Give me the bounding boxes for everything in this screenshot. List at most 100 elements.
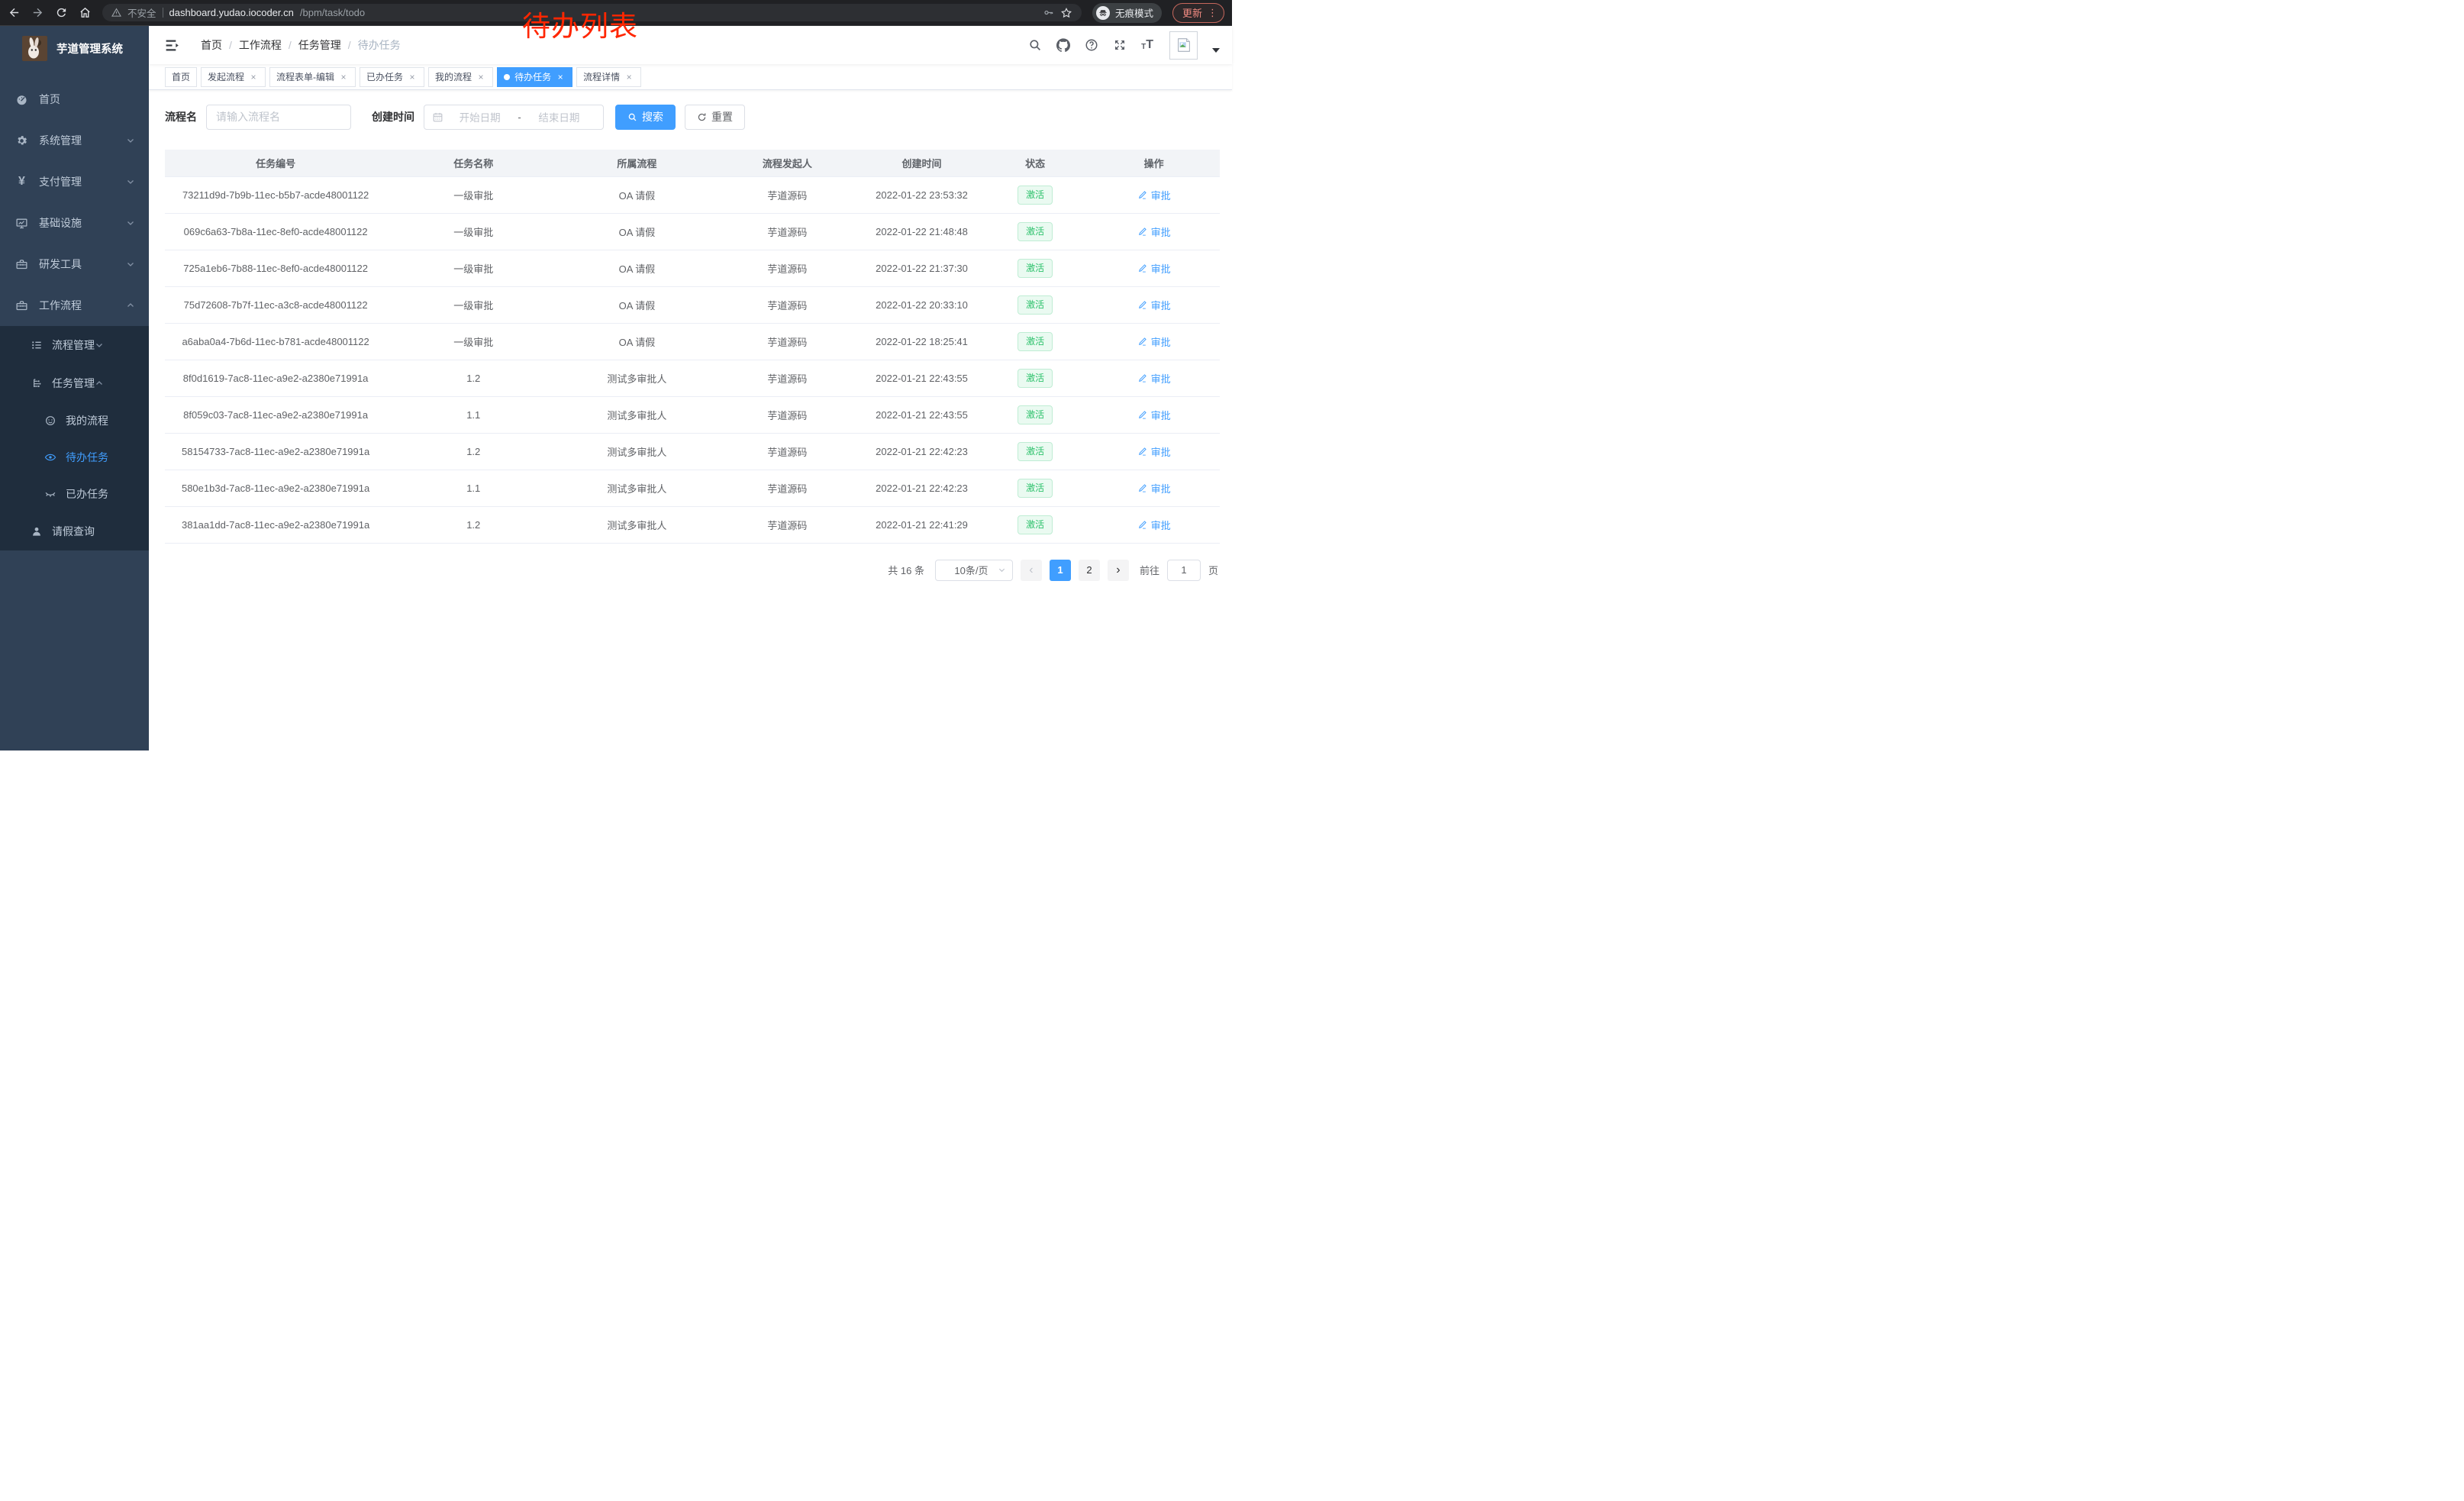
close-icon[interactable]	[248, 72, 259, 82]
sidebar-item-workflow[interactable]: 工作流程	[0, 285, 149, 326]
approve-link[interactable]: 审批	[1137, 224, 1171, 239]
close-icon[interactable]	[338, 72, 349, 82]
face-icon	[44, 415, 56, 427]
help-icon[interactable]	[1085, 38, 1098, 52]
tab-done-tasks[interactable]: 已办任务	[360, 67, 424, 87]
page-size-select[interactable]: 10条/页	[935, 560, 1013, 581]
back-icon[interactable]	[8, 6, 21, 19]
sidebar-item-process-mgmt[interactable]: 流程管理	[0, 326, 149, 364]
cell-starter: 芋道源码	[714, 396, 861, 433]
tab-process-detail[interactable]: 流程详情	[576, 67, 641, 87]
breadcrumb-home[interactable]: 首页	[201, 37, 222, 53]
cell-status: 激活	[982, 396, 1088, 433]
person-icon	[31, 525, 43, 537]
incognito-badge: 无痕模式	[1092, 3, 1162, 23]
avatar-dropdown-caret[interactable]	[1212, 48, 1220, 53]
page-button-2[interactable]: 2	[1079, 560, 1100, 581]
page-unit-label: 页	[1208, 563, 1218, 577]
sidebar-item-home[interactable]: 首页	[0, 79, 149, 120]
close-icon[interactable]	[555, 72, 566, 82]
process-name-input[interactable]	[206, 105, 351, 130]
font-size-icon[interactable]: TT	[1141, 39, 1153, 51]
sidebar-item-task-mgmt[interactable]: 任务管理	[0, 364, 149, 402]
search-button[interactable]: 搜索	[615, 105, 676, 130]
sidebar-item-devtools[interactable]: 研发工具	[0, 244, 149, 285]
cell-task-name: 1.1	[386, 470, 560, 506]
edit-icon	[1137, 190, 1147, 200]
tab-home[interactable]: 首页	[165, 67, 197, 87]
github-icon[interactable]	[1056, 38, 1070, 52]
goto-page-input[interactable]	[1167, 560, 1201, 581]
page-content: 流程名 创建时间 开始日期 - 结束日期 搜索 重置	[149, 90, 1232, 750]
cell-process: OA 请假	[560, 323, 713, 360]
cell-starter: 芋道源码	[714, 506, 861, 543]
approve-link[interactable]: 审批	[1137, 334, 1171, 349]
fullscreen-icon[interactable]	[1113, 38, 1127, 52]
approve-link[interactable]: 审批	[1137, 188, 1171, 202]
column-header: 操作	[1088, 150, 1220, 176]
browser-menu-update-button[interactable]: 更新	[1172, 3, 1224, 23]
cell-created: 2022-01-22 20:33:10	[861, 286, 982, 323]
list-icon	[31, 339, 43, 351]
sidebar-item-system[interactable]: 系统管理	[0, 120, 149, 161]
search-icon[interactable]	[1028, 38, 1042, 52]
prev-page-button[interactable]	[1021, 560, 1042, 581]
cell-task-id: a6aba0a4-7b6d-11ec-b781-acde48001122	[165, 323, 386, 360]
cell-starter: 芋道源码	[714, 433, 861, 470]
cell-task-id: 381aa1dd-7ac8-11ec-a9e2-a2380e71991a	[165, 506, 386, 543]
tab-todo-tasks[interactable]: 待办任务	[497, 67, 572, 87]
sidebar-item-todo-tasks[interactable]: 待办任务	[0, 439, 149, 476]
cell-task-name: 1.2	[386, 360, 560, 396]
approve-link[interactable]: 审批	[1137, 481, 1171, 495]
date-range-picker[interactable]: 开始日期 - 结束日期	[424, 105, 604, 130]
column-header: 所属流程	[560, 150, 713, 176]
create-time-label: 创建时间	[372, 109, 414, 124]
sidebar-item-done-tasks[interactable]: 已办任务	[0, 476, 149, 512]
approve-link[interactable]: 审批	[1137, 408, 1171, 422]
close-icon[interactable]	[407, 72, 418, 82]
app-logo-row[interactable]: 芋道管理系统	[0, 26, 149, 71]
tab-form-edit[interactable]: 流程表单-编辑	[269, 67, 356, 87]
cell-starter: 芋道源码	[714, 360, 861, 396]
filter-bar: 流程名 创建时间 开始日期 - 结束日期 搜索 重置	[165, 105, 1220, 129]
sidebar-item-leave-query[interactable]: 请假查询	[0, 512, 149, 550]
breadcrumb-workflow[interactable]: 工作流程	[239, 37, 282, 53]
kebab-menu-icon	[1208, 8, 1217, 18]
reload-icon[interactable]	[55, 6, 68, 19]
approve-link[interactable]: 审批	[1137, 518, 1171, 532]
next-page-button[interactable]	[1108, 560, 1129, 581]
cell-status: 激活	[982, 470, 1088, 506]
home-icon[interactable]	[79, 6, 92, 19]
tab-my-process[interactable]: 我的流程	[428, 67, 493, 87]
cell-task-name: 1.2	[386, 506, 560, 543]
url-bar[interactable]: 不安全 dashboard.yudao.iocoder.cn/bpm/task/…	[102, 4, 1082, 21]
tab-start-process[interactable]: 发起流程	[201, 67, 266, 87]
active-dot	[504, 74, 510, 80]
status-badge: 激活	[1018, 295, 1053, 315]
cell-status: 激活	[982, 323, 1088, 360]
chevron-up-icon	[95, 379, 104, 388]
sidebar-collapse-icon[interactable]	[164, 37, 180, 53]
close-icon[interactable]	[476, 72, 486, 82]
sidebar-item-payment[interactable]: ¥ 支付管理	[0, 161, 149, 202]
key-icon[interactable]	[1043, 7, 1054, 18]
breadcrumb-task-mgmt[interactable]: 任务管理	[298, 37, 341, 53]
sidebar-item-my-process[interactable]: 我的流程	[0, 402, 149, 439]
close-icon[interactable]	[624, 72, 634, 82]
update-label: 更新	[1182, 5, 1202, 20]
forward-icon[interactable]	[31, 6, 44, 19]
sidebar-item-infra[interactable]: 基础设施	[0, 202, 149, 244]
cell-task-id: 75d72608-7b7f-11ec-a3c8-acde48001122	[165, 286, 386, 323]
approve-link[interactable]: 审批	[1137, 298, 1171, 312]
approve-link[interactable]: 审批	[1137, 444, 1171, 459]
task-table: 任务编号任务名称所属流程流程发起人创建时间状态操作 73211d9d-7b9b-…	[165, 150, 1220, 544]
approve-link[interactable]: 审批	[1137, 371, 1171, 386]
cell-task-name: 1.1	[386, 396, 560, 433]
cell-process: OA 请假	[560, 176, 713, 213]
approve-link[interactable]: 审批	[1137, 261, 1171, 276]
bookmark-star-icon[interactable]	[1060, 7, 1072, 19]
page-button-1[interactable]: 1	[1050, 560, 1071, 581]
reset-button[interactable]: 重置	[685, 105, 745, 130]
chevron-up-icon	[126, 301, 135, 310]
avatar[interactable]	[1169, 31, 1198, 60]
